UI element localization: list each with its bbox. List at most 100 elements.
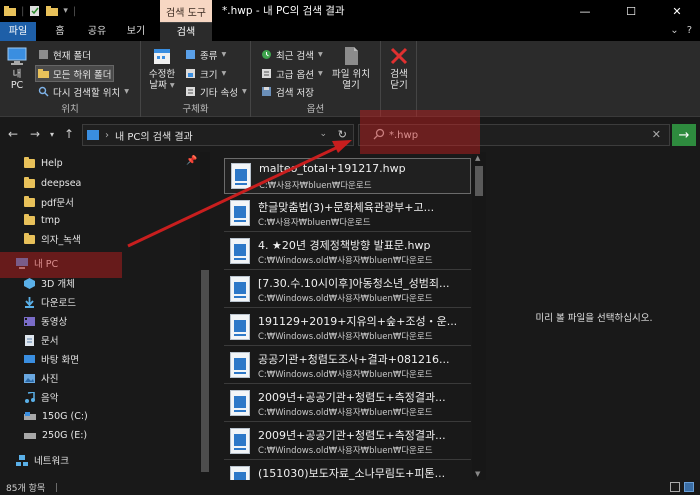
hwp-file-icon bbox=[230, 466, 250, 480]
nav-scrollbar-thumb[interactable] bbox=[201, 270, 209, 472]
details-view-icon[interactable] bbox=[670, 482, 680, 492]
result-path: C:₩Windows.old₩사용자₩bluen₩다운로드 bbox=[258, 294, 433, 304]
tab-view[interactable]: 보기 bbox=[120, 22, 152, 41]
nav-scrollbar[interactable] bbox=[200, 152, 210, 480]
tab-share[interactable]: 공유 bbox=[82, 22, 112, 41]
open-file-location-button[interactable]: 파일 위치 열기 bbox=[329, 45, 373, 91]
result-item[interactable]: 4. ★20년 경제정책방향 발표문.hwp C:₩Windows.old₩사용… bbox=[224, 234, 471, 270]
nav-item-folder[interactable]: deepsea bbox=[24, 173, 81, 193]
this-pc-button[interactable]: 내 PC bbox=[4, 45, 30, 91]
all-subfolders-button[interactable]: 모든 하위 폴더 bbox=[34, 65, 115, 82]
customize-qa-icon[interactable]: ▾ bbox=[63, 6, 68, 16]
download-icon bbox=[25, 296, 34, 308]
group-options: 최근 검색 ▾ 고급 옵션 ▾ 검색 저장 파일 위치 열기 옵션 bbox=[251, 41, 381, 117]
kind-button[interactable]: 종류 ▾ bbox=[183, 47, 228, 62]
desktop-icon bbox=[24, 354, 35, 363]
item-count: 85개 항목 bbox=[6, 484, 46, 494]
tab-home[interactable]: 홈 bbox=[46, 22, 74, 41]
clear-search-icon[interactable]: ✕ bbox=[652, 128, 661, 141]
chevron-down-icon: ▾ bbox=[317, 68, 323, 79]
calendar-icon bbox=[154, 49, 170, 64]
close-search-icon bbox=[390, 47, 408, 65]
result-item[interactable]: [7.30.수.10시이후]아동청소년_성범죄... C:₩Windows.ol… bbox=[224, 272, 471, 308]
nav-item-drive-c[interactable]: 150G (C:) bbox=[24, 406, 88, 426]
close-search-button[interactable]: 검색 닫기 bbox=[385, 45, 413, 91]
nav-item-folder[interactable]: 의자_녹색 bbox=[24, 229, 81, 249]
window-title: *.hwp - 내 PC의 검색 결과 bbox=[222, 5, 345, 17]
content-view-icon[interactable] bbox=[684, 482, 694, 492]
breadcrumb-separator-icon: › bbox=[105, 129, 109, 141]
scroll-down-icon[interactable]: ▼ bbox=[475, 470, 480, 478]
close-button[interactable]: ✕ bbox=[654, 0, 700, 22]
chevron-down-icon: ▾ bbox=[124, 86, 130, 97]
ribbon-expand-icon[interactable]: ⌄ bbox=[670, 25, 678, 36]
close-search-label: 검색 닫기 bbox=[390, 69, 408, 91]
save-search-button[interactable]: 검색 저장 bbox=[259, 84, 316, 99]
group-refine: 수정한 날짜 ▾ 종류 ▾ 크기 ▾ 기타 속성 ▾ 구체화 bbox=[141, 41, 251, 117]
context-tab-search-tools: 검색 도구 bbox=[160, 0, 212, 22]
result-item[interactable]: 한글맞춤법(3)+문화체육관광부+고... C:₩사용자₩bluen₩다운로드 bbox=[224, 196, 471, 232]
forward-arrow-icon[interactable]: → bbox=[30, 127, 40, 141]
back-arrow-icon[interactable]: ← bbox=[8, 127, 18, 141]
picture-icon bbox=[24, 373, 35, 383]
result-item[interactable]: malteo_total+191217.hwp C:₩사용자₩bluen₩다운로… bbox=[224, 158, 471, 194]
nav-item-desktop[interactable]: 바탕 화면 bbox=[24, 349, 79, 369]
result-name: malteo_total+191217.hwp bbox=[259, 162, 406, 175]
nav-item-drive-e[interactable]: 250G (E:) bbox=[24, 425, 87, 445]
result-item[interactable]: 2009년+공공기관+청렴도+측정결과... C:₩Windows.old₩사용… bbox=[224, 424, 471, 460]
nav-item-label: 다운로드 bbox=[41, 298, 76, 309]
nav-item-folder[interactable]: Help bbox=[24, 153, 63, 173]
maximize-button[interactable]: ☐ bbox=[608, 0, 654, 22]
nav-item-documents[interactable]: 문서 bbox=[24, 330, 58, 350]
result-path: C:₩사용자₩bluen₩다운로드 bbox=[259, 181, 372, 191]
pin-icon: 📌 bbox=[186, 156, 198, 166]
nav-item-pictures[interactable]: 사진 bbox=[24, 368, 58, 388]
nav-item-folder[interactable]: tmp bbox=[24, 210, 60, 230]
drive-icon bbox=[24, 432, 36, 439]
current-folder-button[interactable]: 현재 폴더 bbox=[36, 47, 93, 62]
current-folder-icon bbox=[39, 50, 48, 59]
nav-item-network[interactable]: 네트워크 bbox=[16, 450, 69, 470]
nav-item-label: 250G (E:) bbox=[42, 429, 88, 441]
nav-item-videos[interactable]: 동영상 bbox=[24, 311, 67, 331]
tab-search[interactable]: 검색 bbox=[160, 22, 212, 41]
recent-searches-icon bbox=[262, 50, 271, 59]
properties-icon[interactable] bbox=[29, 5, 41, 17]
up-arrow-icon[interactable]: ↑ bbox=[64, 127, 74, 141]
tab-file[interactable]: 파일 bbox=[0, 22, 36, 41]
nav-item-downloads[interactable]: 다운로드 bbox=[24, 292, 76, 312]
advanced-options-button[interactable]: 고급 옵션 ▾ bbox=[259, 66, 325, 81]
size-button[interactable]: 크기 ▾ bbox=[183, 66, 228, 81]
results-scrollbar[interactable]: ▲ ▼ bbox=[472, 152, 486, 480]
recent-searches-button[interactable]: 최근 검색 ▾ bbox=[259, 47, 325, 62]
search-again-label: 다시 검색할 위치 bbox=[53, 87, 121, 99]
nav-item-label: 문서 bbox=[41, 336, 59, 347]
kind-icon bbox=[186, 50, 195, 59]
address-bar[interactable]: › 내 PC의 검색 결과 ⌄ ↻ bbox=[82, 124, 354, 146]
chevron-down-icon[interactable]: ⌄ bbox=[319, 129, 327, 139]
new-folder-icon[interactable] bbox=[46, 5, 59, 17]
result-name: 2009년+공공기관+청렴도+측정결과... bbox=[258, 429, 446, 442]
chevron-down-icon: ▾ bbox=[221, 49, 227, 60]
nav-item-folder[interactable]: pdf문서 bbox=[24, 192, 74, 212]
nav-item-music[interactable]: 음악 bbox=[24, 387, 58, 407]
result-name: [7.30.수.10시이후]아동청소년_성범죄... bbox=[258, 277, 450, 290]
hwp-file-icon bbox=[230, 352, 250, 378]
refresh-icon[interactable]: ↻ bbox=[338, 128, 347, 141]
folder-icon bbox=[24, 176, 35, 188]
recent-locations-icon[interactable]: ▾ bbox=[50, 130, 54, 139]
result-item[interactable]: 2009년+공공기관+청렴도+측정결과... C:₩Windows.old₩사용… bbox=[224, 386, 471, 422]
result-item[interactable]: 공공기관+청렴도조사+결과+081216... C:₩Windows.old₩사… bbox=[224, 348, 471, 384]
other-properties-button[interactable]: 기타 속성 ▾ bbox=[183, 84, 249, 99]
search-again-button[interactable]: 다시 검색할 위치 ▾ bbox=[36, 84, 131, 99]
help-icon[interactable]: ? bbox=[687, 25, 692, 36]
result-item[interactable]: (151030)보도자료_소나무림도+피톤... bbox=[224, 462, 471, 480]
folder-icon[interactable] bbox=[4, 5, 16, 17]
chevron-down-icon: ▾ bbox=[241, 86, 247, 97]
results-scrollbar-thumb[interactable] bbox=[475, 166, 483, 196]
minimize-button[interactable]: — bbox=[562, 0, 608, 22]
date-modified-button[interactable]: 수정한 날짜 ▾ bbox=[145, 45, 179, 91]
result-item[interactable]: 191129+2019+지유의+숲+조성・운... C:₩Windows.old… bbox=[224, 310, 471, 346]
scroll-up-icon[interactable]: ▲ bbox=[475, 154, 480, 162]
search-go-button[interactable]: → bbox=[672, 124, 696, 146]
